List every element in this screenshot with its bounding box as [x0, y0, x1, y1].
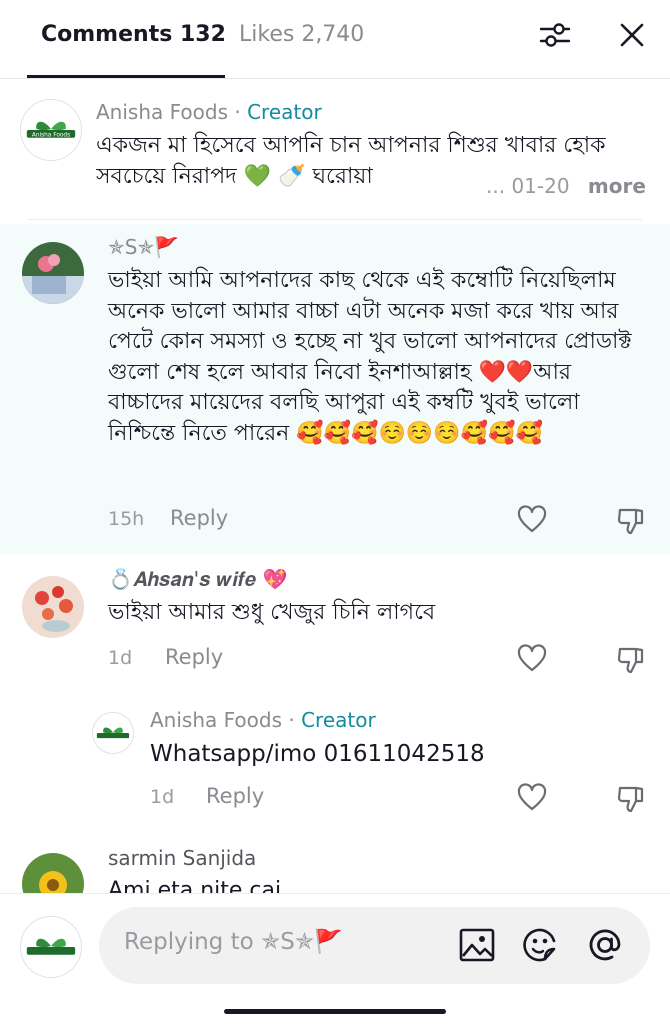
svg-text:Anisha Foods: Anisha Foods — [32, 132, 70, 138]
avatar-anisha-foods-reply[interactable] — [92, 712, 134, 754]
heart-outline-icon[interactable] — [516, 504, 548, 536]
avatar-anisha-foods[interactable]: Anisha Foods — [20, 99, 82, 161]
avatar-current-user — [20, 916, 82, 978]
comment-composer: Replying to ✯S✯🚩 — [0, 893, 670, 1024]
commenter-name[interactable]: sarmin Sanjida — [108, 846, 256, 870]
comment-input[interactable]: Replying to ✯S✯🚩 — [99, 907, 650, 984]
pinned-divider — [28, 219, 642, 220]
thumbs-down-icon[interactable] — [616, 644, 648, 676]
comment-text: ভাইয়া আমি আপনাদের কাছ থেকে এই কম্বোটি ন… — [108, 268, 632, 446]
reply-author-name[interactable]: Anisha Foods · Creator — [150, 708, 376, 732]
close-icon[interactable] — [615, 18, 649, 52]
heart-outline-icon[interactable] — [516, 643, 548, 675]
tab-comments[interactable]: Comments 132 — [41, 22, 226, 47]
creator-badge: Creator — [247, 100, 322, 124]
more-link[interactable]: more — [588, 174, 646, 198]
creator-badge: Creator — [301, 708, 376, 732]
commenter-name[interactable]: ✯S✯🚩 — [108, 235, 179, 259]
comment-time: 1d — [150, 786, 175, 808]
active-tab-indicator — [27, 75, 225, 78]
thumbs-down-icon[interactable] — [616, 505, 648, 537]
commenter-name-text[interactable]: Anisha Foods — [96, 100, 228, 124]
reply-button[interactable]: Reply — [170, 506, 228, 530]
heart-outline-icon[interactable] — [516, 782, 548, 814]
at-icon[interactable] — [585, 925, 625, 965]
avatar-ahsans-wife[interactable] — [22, 576, 84, 638]
comment-input-placeholder: Replying to ✯S✯🚩 — [124, 929, 343, 955]
comment-text: ভাইয়া আমার শুধু খেজুর চিনি লাগবে — [108, 600, 436, 625]
reply-text: Whatsapp/imo 01611042518 — [150, 741, 485, 767]
sliders-icon[interactable] — [538, 18, 572, 52]
commenter-name[interactable]: Anisha Foods · Creator — [96, 100, 322, 124]
reply-button[interactable]: Reply — [206, 784, 264, 808]
commenter-name[interactable]: 💍𝑨𝒉𝒔𝒂𝒏'𝒔 𝒘𝒊𝒇𝒆 💖 — [108, 567, 288, 591]
emoji-icon[interactable] — [521, 925, 561, 965]
comments-header: Comments 132 Likes 2,740 — [0, 0, 670, 79]
home-indicator — [224, 1009, 446, 1014]
avatar-s[interactable] — [22, 242, 84, 304]
tab-likes[interactable]: Likes 2,740 — [239, 22, 364, 47]
comment-time: 1d — [108, 647, 133, 669]
comment-time: 01-20 — [511, 174, 570, 198]
thumbs-down-icon[interactable] — [616, 783, 648, 815]
image-icon[interactable] — [457, 925, 497, 965]
comment-time: 15h — [108, 508, 145, 530]
reply-button[interactable]: Reply — [165, 645, 223, 669]
